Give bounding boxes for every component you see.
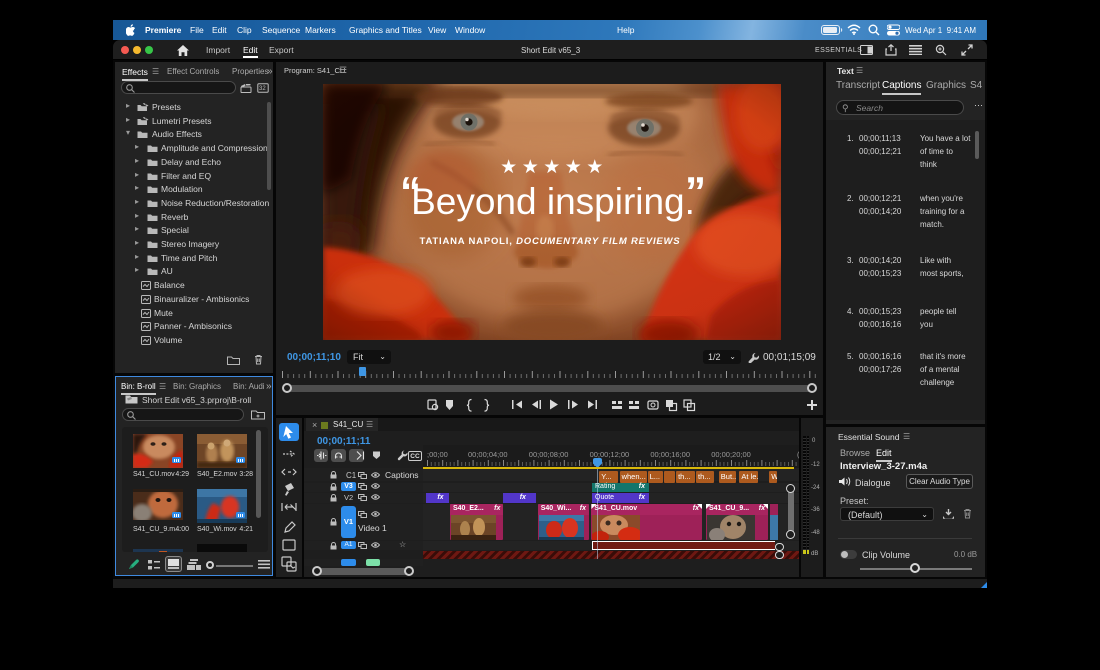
svg-text:Beyond inspiring.: Beyond inspiring. [411, 181, 695, 222]
svg-text:TATIANA NAPOLI, DOCUMENTARY FI: TATIANA NAPOLI, DOCUMENTARY FILM REVIEWS [420, 236, 681, 247]
svg-text:”: ” [685, 168, 706, 215]
svg-text:32: 32 [259, 86, 266, 92]
svg-text:★★★★★: ★★★★★ [500, 157, 608, 178]
